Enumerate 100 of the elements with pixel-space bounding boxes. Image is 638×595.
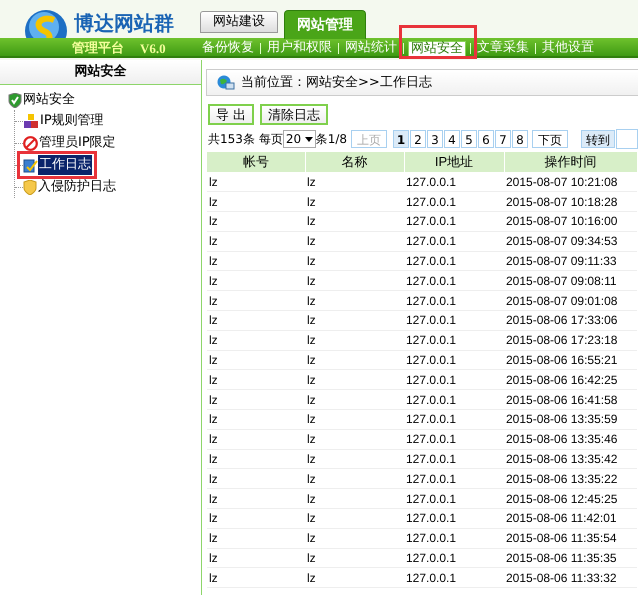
blocks-icon [23, 114, 39, 128]
page-button[interactable]: 7 [495, 130, 511, 148]
tree-item[interactable]: 网站安全 [23, 90, 75, 110]
table-cell: 2015-08-06 13:35:22 [504, 468, 637, 489]
shield-icon [23, 180, 37, 194]
table-cell: 2015-08-06 11:33:32 [504, 568, 637, 588]
forbidden-icon [23, 136, 38, 150]
table-cell: 127.0.0.1 [404, 231, 504, 252]
dropdown-caret-icon [304, 136, 313, 142]
table-cell: 2015-08-07 09:08:11 [504, 270, 637, 291]
table-cell: lz [305, 568, 404, 588]
table-cell: 127.0.0.1 [404, 350, 504, 370]
table-cell: lz [207, 330, 305, 350]
table-cell: lz [305, 310, 404, 330]
tree-item[interactable]: IP规则管理 [39, 111, 105, 131]
page-info: 条1/8 [316, 131, 347, 148]
table-cell: 2015-08-06 13:35:42 [504, 449, 637, 469]
tab[interactable]: 网站建设 [200, 11, 278, 33]
table-cell: lz [207, 192, 305, 212]
table-cell: 2015-08-07 09:01:08 [504, 290, 637, 311]
table-cell: 2015-08-06 16:41:58 [504, 390, 637, 410]
shield-check-icon [8, 92, 22, 108]
table-cell: lz [305, 350, 404, 370]
table-cell: lz [207, 212, 305, 232]
per-page-label: 每页 [258, 131, 283, 148]
globe-computer-icon [217, 74, 235, 90]
logo-text: 博达网站群 [74, 10, 174, 37]
table-cell: lz [207, 310, 305, 330]
record-count: 共153条 [208, 131, 255, 148]
table-cell: lz [305, 410, 404, 430]
table-cell: lz [305, 231, 404, 252]
goto-button[interactable]: 转到 [581, 130, 615, 148]
breadcrumb-text: 当前位置：网站安全>>工作日志 [241, 74, 432, 92]
toolbar-button[interactable]: 导 出 [208, 104, 254, 125]
table-cell: 2015-08-06 17:23:18 [504, 330, 637, 350]
table-cell: lz [207, 468, 305, 489]
table-cell: lz [305, 212, 404, 232]
table-cell: 127.0.0.1 [404, 410, 504, 430]
toolbar-button[interactable]: 清除日志 [260, 104, 328, 125]
column-header: 名称 [305, 152, 404, 172]
table-cell: 127.0.0.1 [404, 270, 504, 291]
page-button[interactable]: 4 [444, 130, 460, 148]
table-cell: 2015-08-06 16:42:25 [504, 370, 637, 390]
table-cell: lz [305, 429, 404, 450]
table-cell: 2015-08-06 13:35:46 [504, 429, 637, 450]
page-button[interactable]: 1 [393, 130, 409, 148]
table-cell: lz [305, 290, 404, 311]
next-page-button[interactable]: 下页 [532, 130, 568, 148]
table-cell: 127.0.0.1 [404, 370, 504, 390]
table-cell: 2015-08-06 17:33:06 [504, 310, 637, 330]
page-button[interactable]: 2 [410, 130, 426, 148]
table-cell: 2015-08-07 10:16:00 [504, 212, 637, 232]
page-button[interactable]: 5 [461, 130, 477, 148]
table-cell: lz [207, 172, 305, 192]
table-cell: lz [305, 330, 404, 350]
table-cell: 127.0.0.1 [404, 468, 504, 489]
table-cell: lz [207, 290, 305, 311]
table-cell: 127.0.0.1 [404, 172, 504, 192]
table-cell: lz [305, 390, 404, 410]
table-cell: lz [207, 410, 305, 430]
table-cell: 127.0.0.1 [404, 390, 504, 410]
table-cell: lz [207, 488, 305, 509]
nav-link[interactable]: 网站安全 [408, 41, 466, 57]
table-cell: 2015-08-07 09:11:33 [504, 251, 637, 271]
table-cell: lz [305, 488, 404, 509]
logo-subtitle: 管理平台 [72, 40, 124, 58]
table-cell: 2015-08-07 09:34:53 [504, 231, 637, 252]
table-cell: 127.0.0.1 [404, 488, 504, 509]
page-button[interactable]: 8 [512, 130, 528, 148]
table-cell: 2015-08-06 16:55:21 [504, 350, 637, 370]
table-cell: 127.0.0.1 [404, 330, 504, 350]
table-cell: 127.0.0.1 [404, 449, 504, 469]
tree-item[interactable]: 工作日志 [38, 155, 92, 175]
page-button[interactable]: 6 [478, 130, 494, 148]
table-cell: lz [207, 429, 305, 450]
table-cell: lz [305, 528, 404, 548]
table-cell: lz [207, 548, 305, 568]
table-cell: lz [207, 350, 305, 370]
table-cell: lz [305, 251, 404, 271]
table-cell: lz [207, 231, 305, 252]
table-cell: 2015-08-06 13:35:59 [504, 410, 637, 430]
page-number-field[interactable] [616, 129, 638, 149]
table-cell: lz [207, 528, 305, 548]
tree-item[interactable]: 入侵防护日志 [37, 177, 117, 197]
table-cell: lz [207, 449, 305, 469]
column-header: 帐号 [207, 152, 305, 172]
table-cell: lz [305, 508, 404, 528]
table-cell: 127.0.0.1 [404, 251, 504, 271]
table-cell: lz [207, 270, 305, 291]
page-button[interactable]: 3 [427, 130, 443, 148]
table-cell: 2015-08-07 10:21:08 [504, 172, 637, 192]
table-cell: lz [207, 251, 305, 271]
table-cell: lz [207, 370, 305, 390]
per-page-select[interactable]: 20 [282, 130, 316, 148]
document-pen-icon [23, 158, 38, 172]
column-header: 操作时间 [504, 152, 637, 172]
table-cell: lz [305, 270, 404, 291]
table-cell: 2015-08-06 11:42:01 [504, 508, 637, 528]
table-cell: lz [305, 172, 404, 192]
tree-item[interactable]: 管理员IP限定 [38, 133, 117, 153]
